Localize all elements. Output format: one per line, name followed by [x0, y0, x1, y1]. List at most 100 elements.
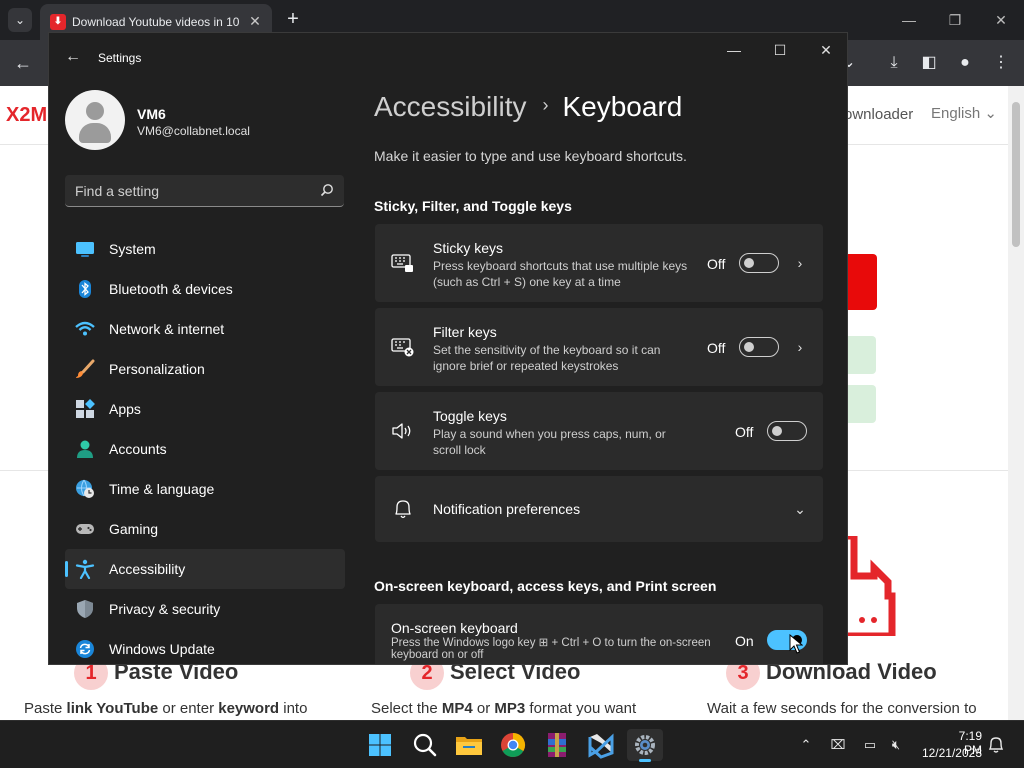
tab-search-button[interactable]: ⌄: [8, 8, 32, 32]
network-icon: [75, 321, 95, 336]
sidebar-item-label: Accounts: [109, 441, 167, 457]
settings-minimize-button[interactable]: —: [711, 33, 757, 67]
browser-minimize-button[interactable]: —: [886, 0, 932, 40]
mouse-cursor-icon: [789, 634, 803, 654]
chevron-right-icon[interactable]: ›: [793, 340, 807, 354]
browser-restore-button[interactable]: ❐: [932, 0, 978, 40]
settings-close-button[interactable]: ✕: [803, 33, 847, 67]
new-tab-button[interactable]: +: [282, 8, 304, 30]
chrome-icon[interactable]: [497, 729, 529, 761]
card-title: Filter keys: [433, 324, 497, 340]
user-name: VM6: [137, 106, 166, 122]
section-title: Sticky, Filter, and Toggle keys: [374, 198, 572, 214]
avatar-head: [86, 102, 104, 120]
breadcrumb-parent[interactable]: Accessibility: [374, 91, 526, 122]
browser-menu-icon[interactable]: ⋮: [990, 52, 1012, 74]
page-description: Make it easier to type and use keyboard …: [374, 148, 687, 164]
sidebar-item-gaming[interactable]: Gaming: [65, 509, 345, 549]
card-description: Play a sound when you press caps, num, o…: [433, 427, 666, 457]
sidebar-item-label: Network & internet: [109, 321, 225, 337]
sidebar-item-accessibility[interactable]: Accessibility: [65, 549, 345, 589]
tab-close-icon[interactable]: ✕: [246, 12, 264, 30]
card-title: On-screen keyboard: [391, 620, 518, 636]
page-scrollbar[interactable]: [1008, 86, 1024, 720]
tray-overflow-chevron-icon[interactable]: ⌃: [796, 735, 816, 755]
globe-clock-icon: [76, 479, 94, 498]
active-app-indicator: [639, 759, 651, 762]
settings-back-icon[interactable]: ←: [63, 47, 83, 67]
language-select[interactable]: English ⌄: [931, 104, 997, 122]
filter-keys-card[interactable]: Filter keys Set the sensitivity of the k…: [375, 308, 823, 386]
profile-icon[interactable]: ●: [954, 52, 976, 74]
toggle-state-label: On: [735, 633, 754, 649]
sticky-keys-icon: [391, 254, 413, 272]
windows-start-icon[interactable]: [364, 729, 396, 761]
user-email: VM6@collabnet.local: [137, 124, 250, 138]
on-screen-keyboard-card: On-screen keyboard Press the Windows log…: [375, 604, 823, 664]
taskbar: ⌃ ⌧ ▭ 🔇︎ 7:19 PM 12/21/2023: [0, 720, 1024, 768]
sidebar-item-windows-update[interactable]: Windows Update: [65, 629, 345, 664]
site-nav-downloader[interactable]: ownloader: [844, 106, 913, 123]
speaker-icon: [392, 423, 411, 439]
option-button[interactable]: [846, 385, 876, 423]
search-icon[interactable]: [320, 183, 334, 197]
page-title: Keyboard: [562, 91, 683, 122]
sidebar-item-privacy-security[interactable]: Privacy & security: [65, 589, 345, 629]
site-logo[interactable]: X2M: [6, 104, 47, 127]
toggle-knob: [744, 258, 754, 268]
settings-maximize-button[interactable]: ☐: [757, 33, 803, 67]
sidebar-item-apps[interactable]: Apps: [65, 389, 345, 429]
display-icon[interactable]: ▭: [860, 735, 880, 755]
apps-icon: [76, 399, 95, 418]
downloads-icon[interactable]: ⤓: [883, 52, 905, 74]
sidebar-item-label: System: [109, 241, 156, 257]
system-icon: [76, 242, 94, 257]
toggle-keys-toggle[interactable]: [767, 421, 807, 441]
option-button[interactable]: [846, 336, 876, 374]
card-description: Press keyboard shortcuts that use multip…: [433, 259, 688, 289]
search-input[interactable]: [65, 175, 315, 206]
sidebar-item-time-language[interactable]: Time & language: [65, 469, 345, 509]
sticky-keys-toggle[interactable]: [739, 253, 779, 273]
sidebar-item-system[interactable]: System: [65, 229, 345, 269]
side-panel-icon[interactable]: ◧: [918, 52, 940, 74]
file-explorer-icon[interactable]: [453, 729, 485, 761]
chevron-down-icon[interactable]: ⌄: [793, 502, 807, 516]
settings-titlebar: ← Settings — ☐ ✕: [49, 33, 847, 81]
sidebar-item-network[interactable]: Network & internet: [65, 309, 345, 349]
winrar-icon[interactable]: [541, 729, 573, 761]
x2mate-favicon-icon: ⬇: [50, 14, 66, 30]
search-icon[interactable]: [409, 729, 441, 761]
convert-button[interactable]: [846, 254, 877, 310]
settings-gear-icon: [635, 735, 655, 755]
sidebar-item-bluetooth[interactable]: Bluetooth & devices: [65, 269, 345, 309]
avatar-body: [79, 123, 111, 143]
browser-back-icon[interactable]: ←: [12, 52, 34, 74]
sidebar-item-label: Accessibility: [109, 561, 186, 577]
card-title: Sticky keys: [433, 240, 504, 256]
scroll-thumb[interactable]: [1012, 102, 1020, 247]
accessibility-icon: [75, 559, 95, 579]
volume-muted-icon[interactable]: 🔇︎: [886, 735, 906, 755]
bell-icon: [395, 500, 411, 519]
sticky-keys-card[interactable]: Sticky keys Press keyboard shortcuts tha…: [375, 224, 823, 302]
avatar[interactable]: [65, 90, 125, 150]
search-box[interactable]: [65, 175, 344, 207]
notification-bell-icon[interactable]: [986, 735, 1006, 755]
notification-preferences-card[interactable]: Notification preferences ⌄: [375, 476, 823, 542]
settings-taskbar-button[interactable]: [627, 729, 663, 762]
vscode-icon[interactable]: [585, 729, 617, 761]
sidebar-item-accounts[interactable]: Accounts: [65, 429, 345, 469]
step-1-desc: Paste link YouTube or enter keyword into: [24, 700, 308, 717]
network-disconnected-icon[interactable]: ⌧: [828, 735, 848, 755]
browser-close-button[interactable]: ✕: [978, 0, 1024, 40]
tab-title: Download Youtube videos in 10: [72, 15, 240, 29]
sidebar-item-personalization[interactable]: Personalization: [65, 349, 345, 389]
filter-keys-toggle[interactable]: [739, 337, 779, 357]
step-3-desc: Wait a few seconds for the conversion to: [707, 700, 977, 717]
chevron-right-icon[interactable]: ›: [793, 256, 807, 270]
clock-date[interactable]: 12/21/2023: [912, 746, 982, 760]
settings-window-title: Settings: [98, 51, 142, 65]
step-2-desc: Select the MP4 or MP3 format you want: [371, 700, 637, 717]
sidebar-item-label: Bluetooth & devices: [109, 281, 233, 297]
